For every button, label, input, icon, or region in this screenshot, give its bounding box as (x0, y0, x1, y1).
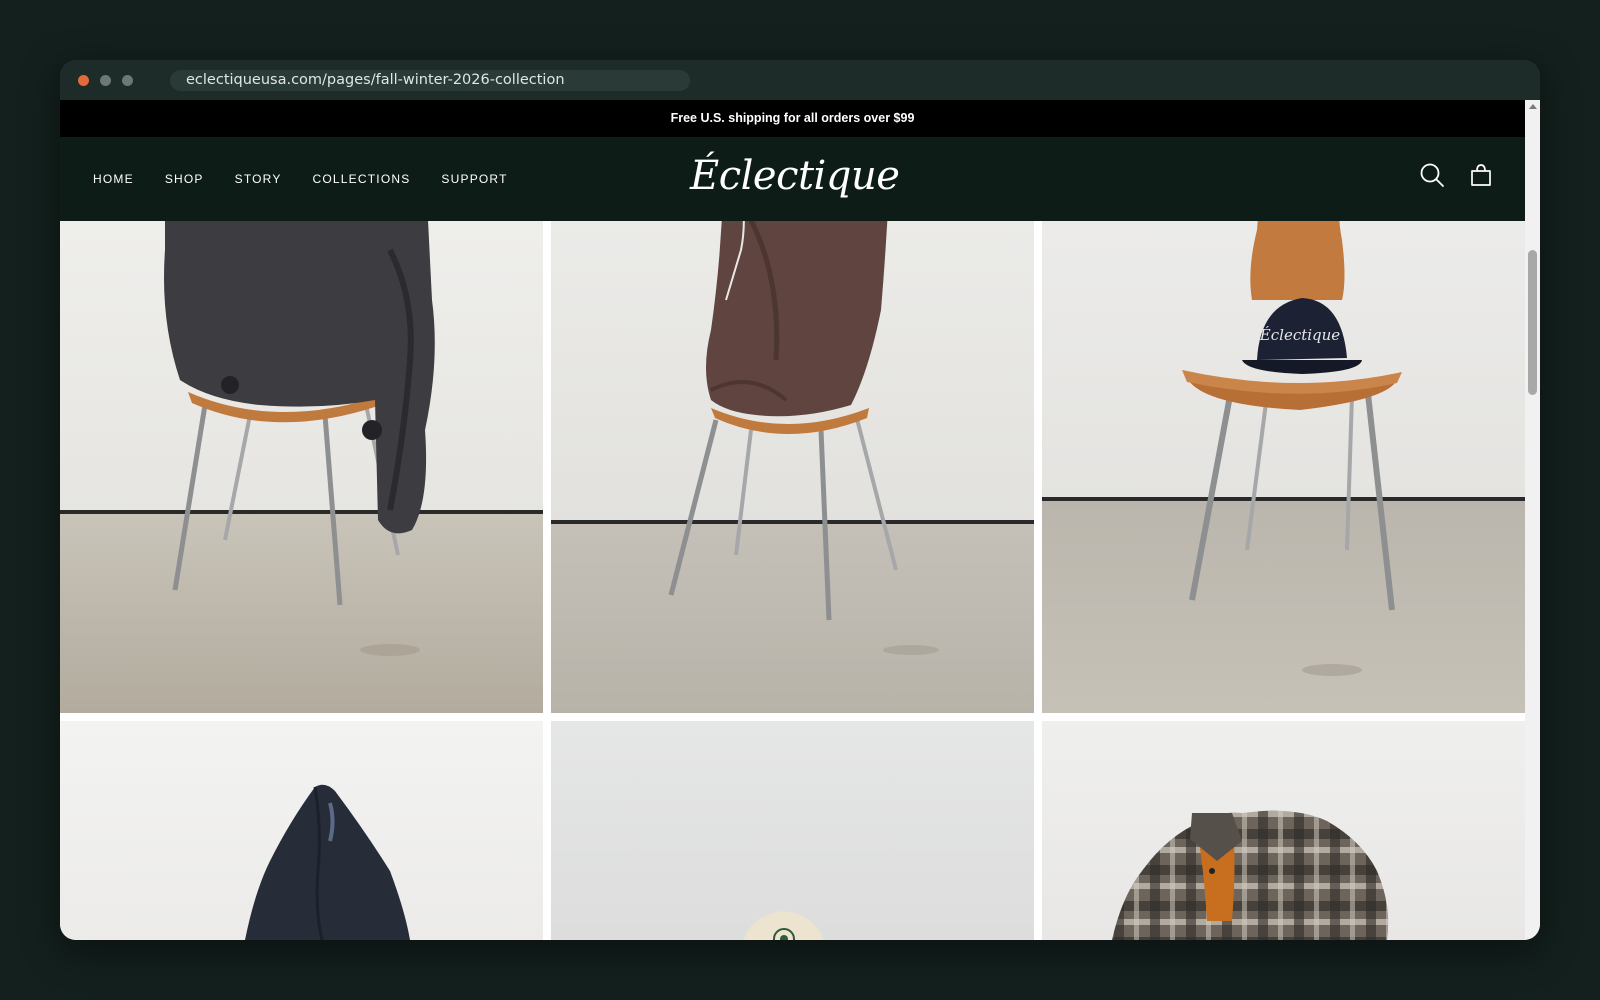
svg-text:Éclectique: Éclectique (1259, 326, 1341, 344)
address-bar[interactable]: eclectiqueusa.com/pages/fall-winter-2026… (170, 70, 690, 91)
cream-cap-photo (551, 721, 1034, 940)
bag-icon[interactable] (1468, 162, 1494, 188)
lookbook-gallery: Éclectique (60, 100, 1525, 940)
scroll-up-arrow-icon[interactable] (1529, 104, 1537, 109)
main-nav: HOME SHOP STORY COLLECTIONS SUPPORT (93, 137, 539, 221)
nav-story[interactable]: STORY (235, 172, 282, 186)
site-header: HOME SHOP STORY COLLECTIONS SUPPORT Écle… (60, 137, 1525, 221)
maximize-window-button[interactable] (122, 75, 133, 86)
nav-shop[interactable]: SHOP (165, 172, 204, 186)
brand-logo[interactable]: Éclectique (690, 137, 900, 221)
nav-support[interactable]: SUPPORT (441, 172, 507, 186)
plaid-shirt-photo (1042, 721, 1525, 940)
browser-window: eclectiqueusa.com/pages/fall-winter-2026… (60, 60, 1540, 940)
browser-titlebar: eclectiqueusa.com/pages/fall-winter-2026… (60, 60, 1540, 100)
nav-home[interactable]: HOME (93, 172, 134, 186)
navy-blazer-photo (60, 721, 543, 940)
announcement-bar: Free U.S. shipping for all orders over $… (60, 100, 1525, 137)
page-scrollbar[interactable] (1525, 100, 1540, 940)
search-icon[interactable] (1419, 162, 1445, 188)
scrollbar-thumb[interactable] (1528, 250, 1537, 395)
lookbook-image-cream-cap[interactable] (551, 721, 1034, 940)
page-viewport: Éclectique Free U.S. shipping for all or… (60, 100, 1540, 940)
lookbook-image-navy-blazer[interactable] (60, 721, 543, 940)
close-window-button[interactable] (78, 75, 89, 86)
nav-collections[interactable]: COLLECTIONS (313, 172, 411, 186)
lookbook-image-plaid-shirt[interactable] (1042, 721, 1525, 940)
minimize-window-button[interactable] (100, 75, 111, 86)
